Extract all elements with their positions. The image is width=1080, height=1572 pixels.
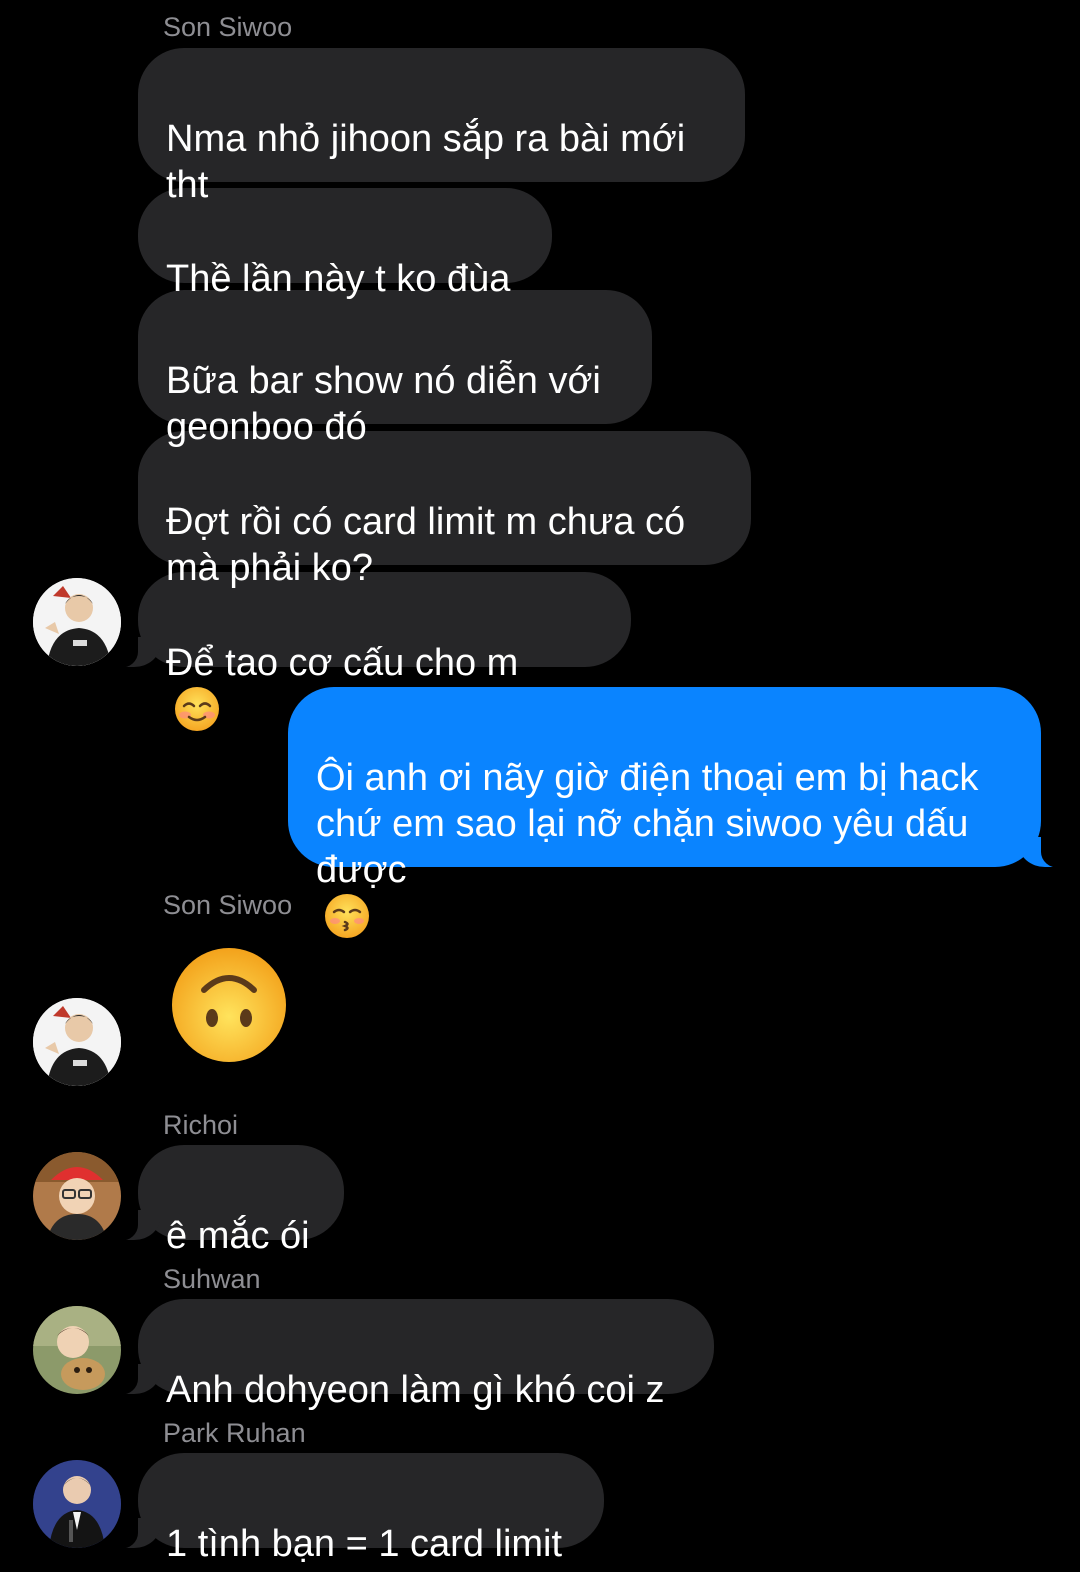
message-bubble[interactable]: Bữa bar show nó diễn với geonboo đó — [138, 290, 652, 448]
message-bubble-outgoing[interactable]: Ôi anh ơi nãy giờ điện thoại em bị hack … — [288, 687, 1075, 938]
sender-name: Son Siwoo — [163, 12, 293, 42]
sender-name: Park Ruhan — [163, 1418, 306, 1448]
avatar[interactable] — [33, 1152, 121, 1240]
message-bubble[interactable]: Đợt rồi có card limit m chưa có mà phải … — [138, 431, 751, 589]
sender-name: Richoi — [163, 1110, 239, 1140]
message-text: Thề lần này t ko đùa — [166, 258, 511, 300]
sender-name: Suhwan — [163, 1264, 261, 1294]
person-avatar-icon — [33, 578, 121, 666]
avatar[interactable] — [33, 1306, 121, 1394]
message-bubble[interactable]: Anh dohyeon làm gì khó coi z — [104, 1299, 714, 1411]
person-avatar-icon — [33, 1306, 121, 1394]
message-text: Ôi anh ơi nãy giờ điện thoại em bị hack … — [316, 757, 979, 891]
message-bubble[interactable]: Nma nhỏ jihoon sắp ra bài mới tht — [138, 48, 745, 206]
avatar[interactable] — [33, 998, 121, 1086]
message-text: Anh dohyeon làm gì khó coi z — [166, 1369, 665, 1411]
message-bubble[interactable]: 1 tình bạn = 1 card limit — [104, 1453, 604, 1565]
kissing-face-icon — [325, 894, 369, 938]
avatar[interactable] — [33, 1460, 121, 1548]
avatar[interactable] — [33, 578, 121, 666]
message-bubble[interactable]: ê mắc ói — [104, 1145, 344, 1257]
message-text: Để tao cơ cấu cho m — [166, 642, 519, 684]
message-text: 1 tình bạn = 1 card limit — [166, 1523, 563, 1565]
person-avatar-icon — [33, 1460, 121, 1548]
sender-name: Son Siwoo — [163, 890, 293, 920]
upside-down-face-icon[interactable] — [170, 946, 288, 1064]
smiling-face-icon — [175, 687, 219, 731]
message-text: ê mắc ói — [166, 1215, 310, 1257]
person-avatar-icon — [33, 998, 121, 1086]
person-avatar-icon — [33, 1152, 121, 1240]
